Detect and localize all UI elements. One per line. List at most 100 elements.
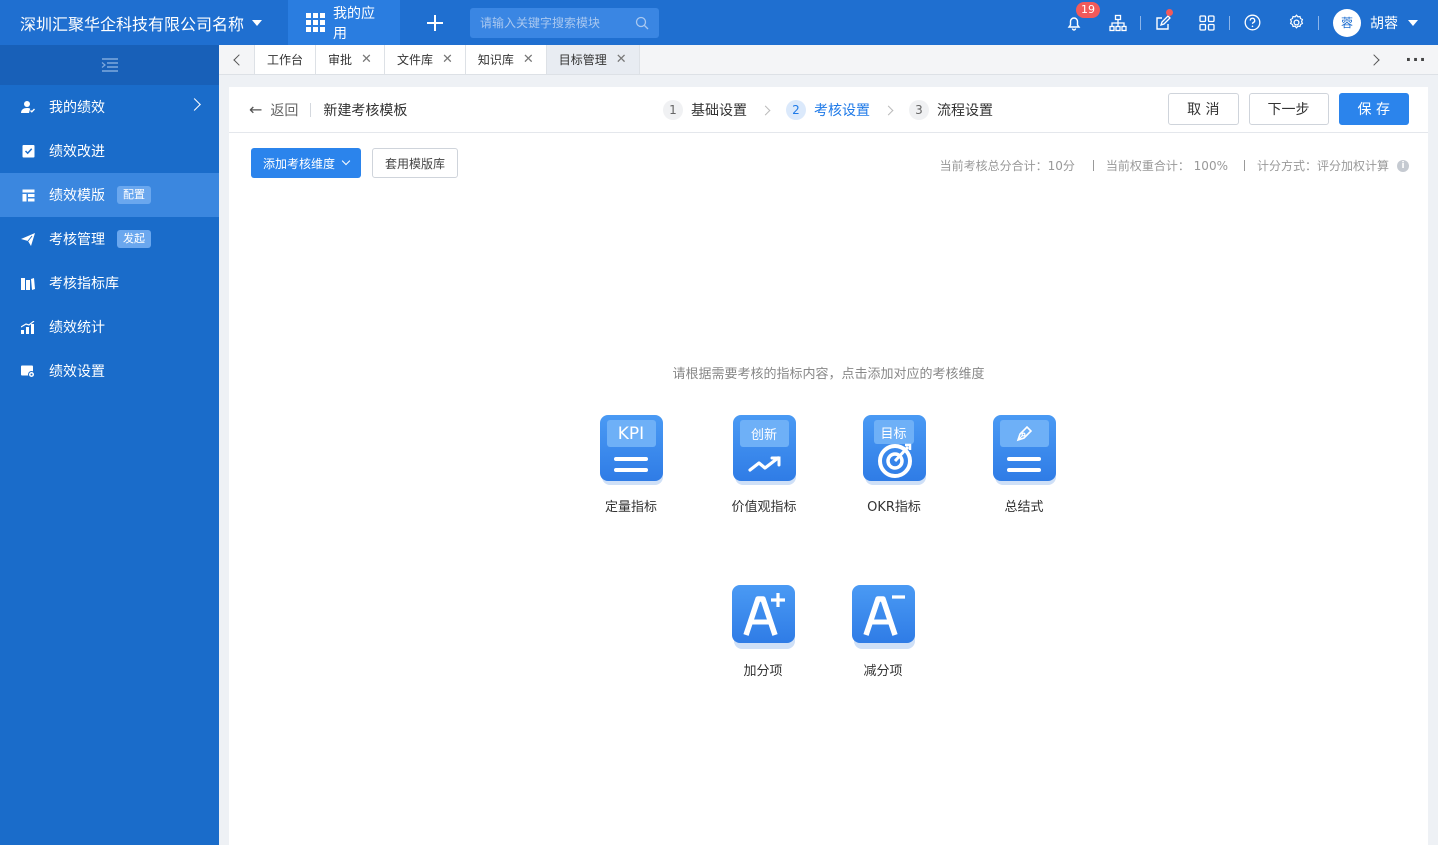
- tab-label: 知识库: [477, 53, 514, 67]
- kpi-tag: KPI: [606, 420, 656, 447]
- sidebar-item-label: 绩效统计: [49, 320, 105, 336]
- card-label: 减分项: [863, 664, 903, 679]
- help-button[interactable]: [1230, 0, 1274, 45]
- tab-scroll-right[interactable]: [1358, 53, 1394, 66]
- close-icon[interactable]: ✕: [442, 53, 453, 66]
- my-apps-button[interactable]: 我的应用: [288, 0, 400, 45]
- more-icon[interactable]: ···: [1394, 50, 1438, 69]
- top-right-tools: 19 蓉 胡蓉: [1052, 0, 1438, 45]
- pen-icon: [992, 415, 1056, 485]
- tab-goal-management[interactable]: 目标管理 ✕: [546, 45, 640, 74]
- sidebar-item-label: 我的绩效: [49, 100, 105, 116]
- close-icon[interactable]: ✕: [523, 53, 534, 66]
- notification-button[interactable]: 19: [1052, 0, 1100, 45]
- edit-dot: [1166, 9, 1173, 16]
- back-button[interactable]: ← 返回: [249, 100, 298, 120]
- step-number: 3: [909, 100, 929, 120]
- empty-hint: 请根据需要考核的指标内容，点击添加对应的考核维度: [672, 367, 985, 382]
- tab-knowledge-base[interactable]: 知识库 ✕: [465, 45, 547, 74]
- dimension-card-summary[interactable]: 总结式: [979, 415, 1069, 515]
- top-bar: 深圳汇聚华企科技有限公司名称 我的应用 19: [0, 0, 1438, 45]
- edit-button[interactable]: [1141, 0, 1185, 45]
- save-button[interactable]: 保 存: [1338, 93, 1409, 125]
- info-icon[interactable]: i: [1397, 159, 1409, 172]
- launch-tag: 发起: [117, 230, 151, 248]
- chevron-right-icon: [1368, 53, 1380, 66]
- divider: [1092, 160, 1094, 171]
- divider: [310, 102, 312, 117]
- target-icon: 目标: [862, 415, 926, 485]
- template-icon: [20, 187, 36, 203]
- tab-label: 文件库: [396, 53, 433, 67]
- settings-button[interactable]: [1274, 0, 1318, 45]
- company-name: 深圳汇聚华企科技有限公司名称: [20, 14, 245, 34]
- caret-down-icon: [1408, 19, 1418, 26]
- dimension-card-okr[interactable]: 目标 OKR指标: [849, 415, 939, 515]
- collapse-menu-icon: [101, 58, 118, 72]
- add-dimension-label: 添加考核维度: [263, 156, 336, 171]
- search-icon[interactable]: [635, 16, 649, 30]
- step-assessment[interactable]: 2 考核设置: [786, 100, 870, 120]
- sidebar-item-my-performance[interactable]: 我的绩效: [0, 85, 219, 129]
- my-apps-label: 我的应用: [333, 5, 375, 42]
- close-icon[interactable]: ✕: [616, 53, 627, 66]
- edit-icon: [1156, 14, 1171, 30]
- tab-scroll-left[interactable]: [219, 45, 255, 74]
- main-panel: ← 返回 新建考核模板 1 基础设置 2 考核设置 3 流程设置 取 消 下一步: [229, 87, 1428, 845]
- chevron-right-icon: [760, 105, 771, 115]
- step-label: 基础设置: [691, 103, 747, 119]
- stats-icon: [20, 319, 36, 335]
- sidebar-item-improvement[interactable]: 绩效改进: [0, 129, 219, 173]
- innovation-tag: 创新: [739, 420, 789, 447]
- sidebar-item-assessment[interactable]: 考核管理 发起: [0, 217, 219, 261]
- dimension-card-values[interactable]: 创新 价值观指标: [719, 415, 809, 515]
- modules-grid-icon: [1199, 14, 1215, 31]
- trend-icon: 创新: [732, 415, 796, 485]
- next-step-button[interactable]: 下一步: [1248, 93, 1329, 125]
- close-icon[interactable]: ✕: [361, 53, 372, 66]
- sidebar-item-template[interactable]: 绩效模版 配置: [0, 173, 219, 217]
- add-dimension-button[interactable]: 添加考核维度: [251, 148, 362, 178]
- config-tag: 配置: [117, 186, 151, 204]
- caret-down-icon: [252, 19, 263, 26]
- sidebar-item-settings[interactable]: 绩效设置: [0, 349, 219, 393]
- card-label: 定量指标: [604, 500, 657, 515]
- step-process[interactable]: 3 流程设置: [909, 100, 993, 120]
- add-button[interactable]: [410, 0, 460, 45]
- sidebar-item-statistics[interactable]: 绩效统计: [0, 305, 219, 349]
- tab-bar-right: ···: [1358, 45, 1438, 74]
- step-basic[interactable]: 1 基础设置: [663, 100, 747, 120]
- org-chart-button[interactable]: [1096, 0, 1140, 45]
- tab-workbench[interactable]: 工作台: [255, 45, 317, 74]
- sidebar-item-label: 绩效模版: [49, 188, 105, 204]
- minus-score-icon: [851, 585, 915, 649]
- dimension-card-deduction[interactable]: 减分项: [838, 585, 928, 679]
- sidebar-collapse-toggle[interactable]: [0, 45, 219, 85]
- apply-template-library-label: 套用模版库: [385, 156, 446, 171]
- search-input[interactable]: [480, 15, 635, 30]
- modules-button[interactable]: [1185, 0, 1229, 45]
- user-icon: [20, 99, 36, 115]
- score-summary: 当前考核总分合计：10分 当前权重合计： 100% 计分方式：评分加权计算 i: [940, 157, 1409, 174]
- apply-template-library-button[interactable]: 套用模版库: [372, 148, 459, 178]
- tab-label: 审批: [328, 53, 353, 67]
- divider: [1318, 15, 1319, 30]
- library-icon: [20, 275, 36, 291]
- checklist-icon: [20, 143, 36, 159]
- tab-file-library[interactable]: 文件库 ✕: [384, 45, 466, 74]
- dimension-card-quantitative[interactable]: KPI 定量指标: [586, 415, 676, 515]
- tab-label: 工作台: [267, 53, 304, 67]
- user-menu[interactable]: 蓉 胡蓉: [1333, 8, 1418, 37]
- page-title: 新建考核模板: [323, 102, 408, 119]
- tab-approval[interactable]: 审批 ✕: [316, 45, 385, 74]
- search-box: [470, 7, 659, 38]
- company-switcher[interactable]: 深圳汇聚华企科技有限公司名称: [0, 0, 280, 45]
- kpi-icon: KPI: [599, 415, 663, 485]
- chevron-right-icon: [188, 98, 201, 111]
- gear-icon: [1289, 14, 1303, 29]
- sidebar-item-label: 绩效设置: [49, 364, 105, 380]
- sidebar-item-indicator-library[interactable]: 考核指标库: [0, 261, 219, 305]
- dimension-card-bonus[interactable]: 加分项: [718, 585, 808, 679]
- card-label: 价值观指标: [731, 500, 797, 515]
- cancel-button[interactable]: 取 消: [1168, 93, 1239, 125]
